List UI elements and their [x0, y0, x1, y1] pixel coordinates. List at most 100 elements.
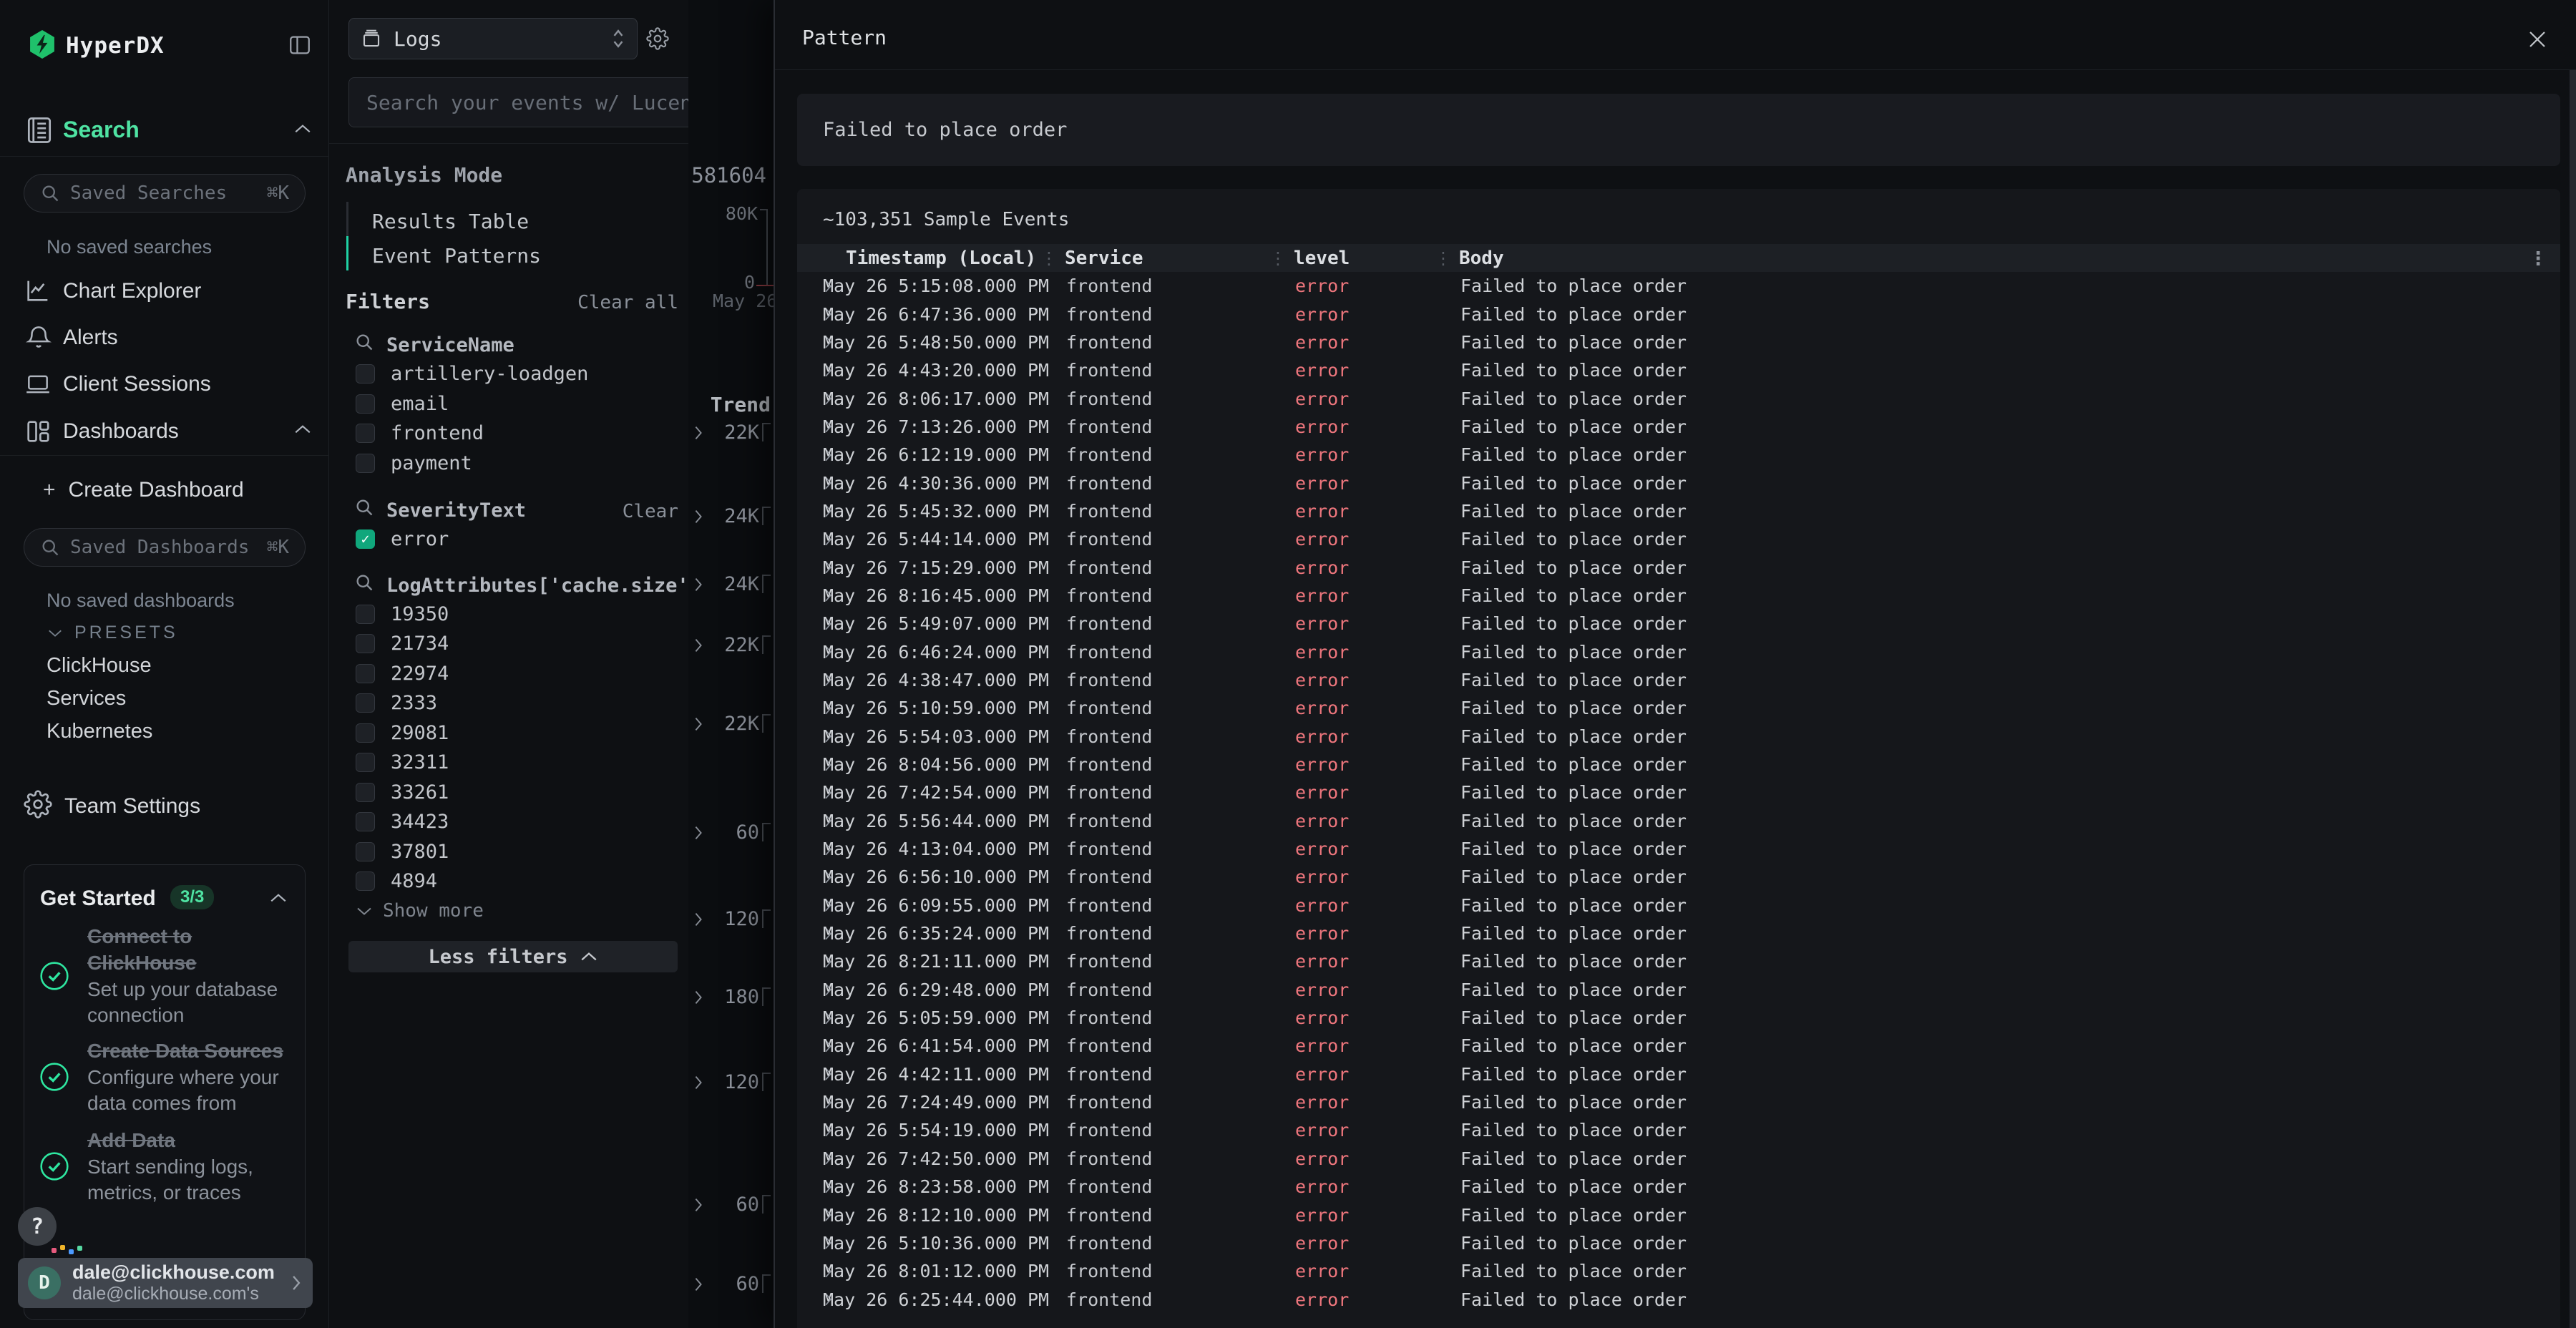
event-row[interactable]: May 26 4:43:20.000 PMfrontenderrorFailed… [797, 356, 2560, 384]
pattern-trend-row[interactable]: 22K [688, 713, 774, 737]
row-expand-chevron-icon[interactable] [797, 1038, 823, 1054]
row-expand-chevron-icon[interactable] [797, 447, 823, 463]
row-expand-chevron-icon[interactable] [797, 1264, 823, 1279]
row-expand-chevron-icon[interactable] [797, 306, 823, 322]
row-expand-chevron-icon[interactable] [797, 587, 823, 603]
event-row[interactable]: May 26 6:47:36.000 PMfrontenderrorFailed… [797, 300, 2560, 328]
filter-group-cache-size[interactable]: LogAttributes['cache.size'] [386, 575, 701, 597]
event-row[interactable]: May 26 5:54:03.000 PMfrontenderrorFailed… [797, 723, 2560, 751]
col-timestamp[interactable]: Timestamp (Local) [846, 248, 1036, 269]
saved-searches-input[interactable]: Saved Searches ⌘K [24, 174, 306, 213]
row-expand-chevron-icon[interactable] [797, 419, 823, 434]
filter-value-cache[interactable]: 2333 [356, 691, 437, 716]
event-row[interactable]: May 26 7:42:50.000 PMfrontenderrorFailed… [797, 1145, 2560, 1173]
event-row[interactable]: May 26 6:29:48.000 PMfrontenderrorFailed… [797, 976, 2560, 1004]
get-started-item[interactable]: Add DataStart sending logs, metrics, or … [39, 1128, 289, 1206]
checkbox-unchecked[interactable] [356, 634, 375, 653]
event-row[interactable]: May 26 8:16:45.000 PMfrontenderrorFailed… [797, 582, 2560, 610]
event-row[interactable]: May 26 5:54:19.000 PMfrontenderrorFailed… [797, 1116, 2560, 1144]
sidebar-collapse-icon[interactable] [288, 33, 312, 57]
sidebar-preset-services[interactable]: Services [47, 687, 126, 711]
row-expand-chevron-icon[interactable] [797, 278, 823, 294]
filter-value-cache[interactable]: 4894 [356, 869, 437, 894]
checkbox-unchecked[interactable] [356, 723, 375, 743]
mode-event-patterns[interactable]: Event Patterns [372, 244, 541, 268]
user-menu[interactable]: D dale@clickhouse.com dale@clickhouse.co… [18, 1258, 313, 1308]
row-expand-chevron-icon[interactable] [797, 644, 823, 660]
event-row[interactable]: May 26 7:42:54.000 PMfrontenderrorFailed… [797, 778, 2560, 806]
event-row[interactable]: May 26 6:56:10.000 PMfrontenderrorFailed… [797, 863, 2560, 891]
chevron-right-icon[interactable] [693, 716, 704, 733]
column-resize-handle[interactable]: ⋮ [1269, 248, 1285, 268]
pattern-trend-row[interactable]: 60 [688, 1273, 774, 1297]
pattern-trend-row[interactable]: 22K [688, 634, 774, 658]
presets-toggle[interactable]: PRESETS [47, 622, 178, 643]
get-started-item[interactable]: Create Data SourcesConfigure where your … [39, 1038, 289, 1116]
event-row[interactable]: May 26 5:10:36.000 PMfrontenderrorFailed… [797, 1229, 2560, 1257]
row-expand-chevron-icon[interactable] [797, 560, 823, 575]
row-expand-chevron-icon[interactable] [797, 1151, 823, 1166]
chevron-right-icon[interactable] [693, 824, 704, 841]
filter-group-servicename[interactable]: ServiceName [386, 334, 514, 356]
row-expand-chevron-icon[interactable] [797, 757, 823, 773]
chevron-right-icon[interactable] [693, 508, 704, 525]
event-row[interactable]: May 26 5:56:44.000 PMfrontenderrorFailed… [797, 807, 2560, 835]
event-row[interactable]: May 26 6:12:19.000 PMfrontenderrorFailed… [797, 441, 2560, 469]
clear-all-button[interactable]: Clear all [577, 292, 678, 313]
row-expand-chevron-icon[interactable] [797, 1010, 823, 1026]
col-service[interactable]: Service [1065, 248, 1143, 269]
checkbox-unchecked[interactable] [356, 753, 375, 772]
pattern-trend-row[interactable]: 60 [688, 821, 774, 846]
event-row[interactable]: May 26 6:35:24.000 PMfrontenderrorFailed… [797, 919, 2560, 947]
pattern-trend-row[interactable]: 24K [688, 573, 774, 597]
close-icon[interactable] [2524, 26, 2551, 53]
event-row[interactable]: May 26 7:24:49.000 PMfrontenderrorFailed… [797, 1088, 2560, 1116]
row-expand-chevron-icon[interactable] [797, 926, 823, 942]
sidebar-item-team-settings[interactable]: Team Settings [64, 794, 200, 819]
less-filters-button[interactable]: Less filters [348, 941, 678, 972]
checkbox-unchecked[interactable] [356, 842, 375, 861]
pattern-trend-row[interactable]: 120 [688, 1071, 774, 1095]
checkbox-unchecked[interactable] [356, 664, 375, 683]
chevron-right-icon[interactable] [693, 576, 704, 593]
event-row[interactable]: May 26 6:09:55.000 PMfrontenderrorFailed… [797, 892, 2560, 919]
sidebar-item-dashboards[interactable]: Dashboards [63, 419, 179, 444]
filter-value-service[interactable]: payment [356, 451, 472, 475]
event-row[interactable]: May 26 8:12:10.000 PMfrontenderrorFailed… [797, 1201, 2560, 1229]
checkbox-unchecked[interactable] [356, 424, 375, 443]
event-row[interactable]: May 26 5:48:50.000 PMfrontenderrorFailed… [797, 328, 2560, 356]
event-row[interactable]: May 26 8:23:58.000 PMfrontenderrorFailed… [797, 1173, 2560, 1201]
pattern-trend-row[interactable]: 24K [688, 505, 774, 529]
filter-value-cache[interactable]: 19350 [356, 602, 449, 626]
col-level[interactable]: level [1294, 248, 1350, 269]
checkbox-unchecked[interactable] [356, 693, 375, 713]
row-expand-chevron-icon[interactable] [797, 1066, 823, 1082]
filter-group-severitytext[interactable]: SeverityText [386, 499, 526, 522]
severity-clear-button[interactable]: Clear [623, 501, 678, 522]
sidebar-item-client-sessions[interactable]: Client Sessions [63, 372, 211, 396]
column-resize-handle[interactable]: ⋮ [1435, 248, 1450, 268]
event-row[interactable]: May 26 5:10:59.000 PMfrontenderrorFailed… [797, 694, 2560, 722]
chevron-up-icon[interactable] [293, 424, 312, 435]
row-expand-chevron-icon[interactable] [797, 616, 823, 632]
event-row[interactable]: May 26 5:45:32.000 PMfrontenderrorFailed… [797, 497, 2560, 525]
checkbox-unchecked[interactable] [356, 605, 375, 624]
filter-value-service[interactable]: frontend [356, 421, 484, 445]
pattern-trend-row[interactable]: 22K [688, 421, 774, 446]
filter-value-severity[interactable]: ✓error [356, 527, 449, 551]
event-row[interactable]: May 26 4:42:11.000 PMfrontenderrorFailed… [797, 1060, 2560, 1088]
col-body[interactable]: Body [1459, 248, 1504, 269]
source-settings-gear-icon[interactable] [646, 27, 669, 50]
mode-results-table[interactable]: Results Table [372, 210, 529, 233]
event-row[interactable]: May 26 4:38:47.000 PMfrontenderrorFailed… [797, 666, 2560, 694]
row-expand-chevron-icon[interactable] [797, 785, 823, 801]
event-row[interactable]: May 26 5:05:59.000 PMfrontenderrorFailed… [797, 1004, 2560, 1032]
source-select[interactable]: Logs [348, 18, 638, 59]
row-expand-chevron-icon[interactable] [797, 897, 823, 913]
checkbox-unchecked[interactable] [356, 454, 375, 473]
row-expand-chevron-icon[interactable] [797, 841, 823, 857]
checkbox-unchecked[interactable] [356, 783, 375, 802]
checkbox-unchecked[interactable] [356, 364, 375, 384]
row-expand-chevron-icon[interactable] [797, 813, 823, 829]
row-expand-chevron-icon[interactable] [797, 954, 823, 970]
